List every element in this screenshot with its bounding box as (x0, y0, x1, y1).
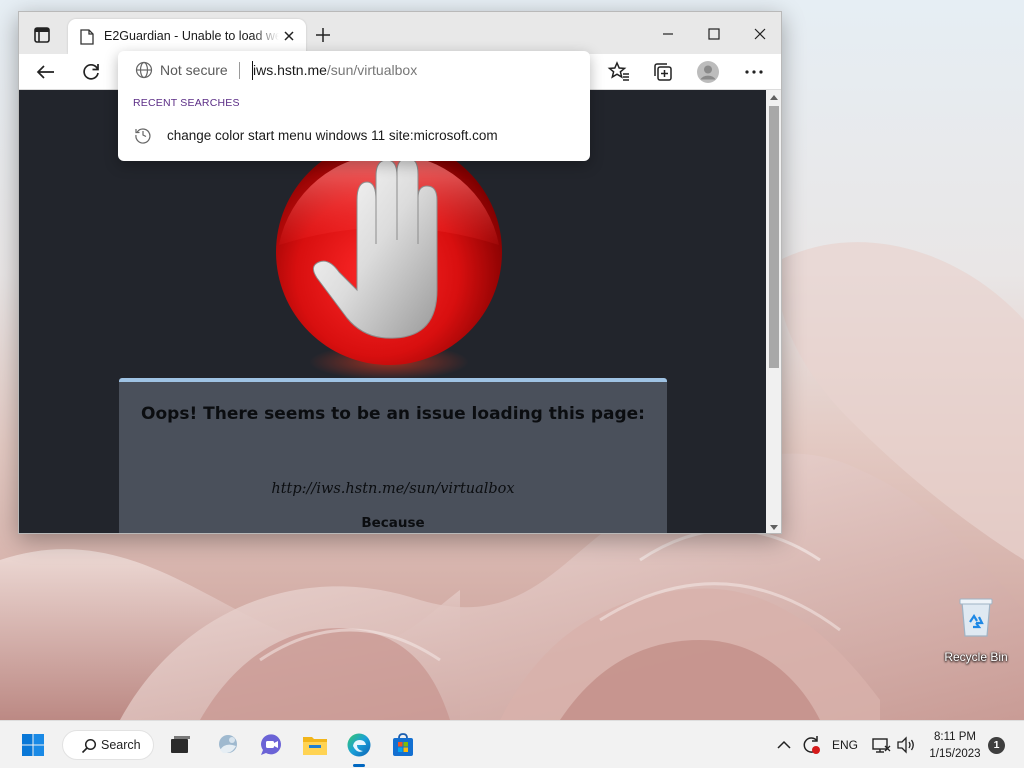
chat-button[interactable] (256, 730, 286, 760)
plus-icon (316, 28, 330, 42)
store-icon (393, 733, 413, 756)
active-app-indicator (353, 764, 365, 767)
favorites-star-icon (607, 61, 629, 81)
start-button[interactable] (18, 730, 48, 760)
back-arrow-icon (36, 65, 54, 79)
page-favicon-icon (80, 29, 94, 45)
maximize-icon (708, 28, 720, 40)
collections-button[interactable] (651, 60, 675, 84)
taskbar: Search ENG 8:11 PM 1/15/2023 1 (0, 720, 1024, 768)
security-status-label[interactable]: Not secure (160, 62, 228, 78)
favorites-button[interactable] (607, 60, 631, 84)
error-reason-heading: Because (361, 515, 425, 531)
settings-more-button[interactable] (742, 60, 766, 84)
blocked-url: http://iws.hstn.me/sun/virtualbox (271, 481, 515, 497)
close-window-button[interactable] (737, 20, 781, 48)
close-icon (754, 28, 766, 40)
history-icon (135, 128, 151, 144)
chevron-up-icon (777, 740, 791, 749)
profile-button[interactable] (696, 60, 720, 84)
page-scrollbar[interactable] (766, 90, 781, 533)
collections-icon (654, 63, 672, 81)
taskbar-clock[interactable]: 8:11 PM 1/15/2023 (925, 729, 985, 763)
clock-date: 1/15/2023 (929, 748, 981, 760)
start-icon (22, 734, 44, 756)
refresh-button[interactable] (79, 60, 103, 84)
edge-button[interactable] (344, 730, 374, 760)
tab-actions-button[interactable] (31, 24, 53, 46)
widgets-button[interactable] (212, 730, 242, 760)
scroll-down-icon[interactable] (770, 525, 778, 530)
browser-tab[interactable]: E2Guardian - Unable to load web page (68, 19, 306, 54)
minimize-button[interactable] (645, 20, 691, 48)
sync-icon (803, 736, 820, 754)
recycle-bin-label: Recycle Bin (944, 650, 1008, 664)
address-bar-dropdown: Not secure iws.hstn.me/sun/virtualbox RE… (118, 51, 590, 161)
chat-icon (261, 734, 281, 755)
taskbar-search[interactable]: Search (62, 730, 154, 760)
clock-time: 8:11 PM (934, 731, 976, 743)
tab-actions-icon (34, 27, 50, 43)
desktop-icon-recycle-bin[interactable]: Recycle Bin (940, 596, 1012, 664)
network-button[interactable] (870, 730, 892, 760)
recent-searches-heading: RECENT SEARCHES (133, 97, 240, 109)
address-input[interactable]: iws.hstn.me/sun/virtualbox (253, 62, 417, 78)
text-cursor (252, 61, 253, 80)
recycle-bin-icon (956, 596, 996, 638)
stop-hand-icon (269, 139, 509, 380)
scroll-thumb[interactable] (769, 106, 779, 368)
more-dots-icon (745, 70, 763, 74)
globe-icon[interactable] (135, 61, 153, 79)
minimize-icon (663, 33, 673, 35)
tab-title: E2Guardian - Unable to load web page (104, 29, 279, 43)
network-icon (872, 738, 891, 753)
task-view-icon (171, 736, 190, 753)
search-icon (81, 738, 97, 754)
volume-button[interactable] (895, 730, 917, 760)
speaker-icon (897, 736, 914, 754)
language-indicator[interactable]: ENG (832, 738, 858, 752)
file-explorer-icon (303, 737, 327, 755)
avatar-icon (697, 61, 719, 83)
scroll-up-icon[interactable] (770, 95, 778, 100)
notification-badge[interactable]: 1 (988, 737, 1005, 754)
url-path: /sun/virtualbox (326, 62, 418, 78)
tab-close-icon[interactable] (281, 28, 297, 44)
show-hidden-icons-button[interactable] (774, 730, 794, 760)
taskbar-search-label: Search (101, 738, 141, 752)
maximize-button[interactable] (691, 20, 737, 48)
suggestion-text: change color start menu windows 11 site:… (167, 128, 498, 143)
error-panel: Oops! There seems to be an issue loading… (119, 378, 667, 533)
error-title: Oops! There seems to be an issue loading… (141, 404, 645, 424)
file-explorer-button[interactable] (300, 730, 330, 760)
new-tab-button[interactable] (313, 25, 333, 45)
url-host: iws.hstn.me (253, 62, 327, 78)
task-view-button[interactable] (165, 730, 195, 760)
widgets-icon (219, 735, 237, 754)
back-button[interactable] (34, 60, 58, 84)
suggestion-item[interactable]: change color start menu windows 11 site:… (118, 119, 590, 151)
tab-strip: E2Guardian - Unable to load web page (19, 12, 781, 54)
address-separator (239, 62, 240, 79)
sync-status-button[interactable] (799, 730, 823, 760)
refresh-icon (83, 63, 99, 80)
store-button[interactable] (388, 730, 418, 760)
edge-icon (347, 733, 371, 757)
